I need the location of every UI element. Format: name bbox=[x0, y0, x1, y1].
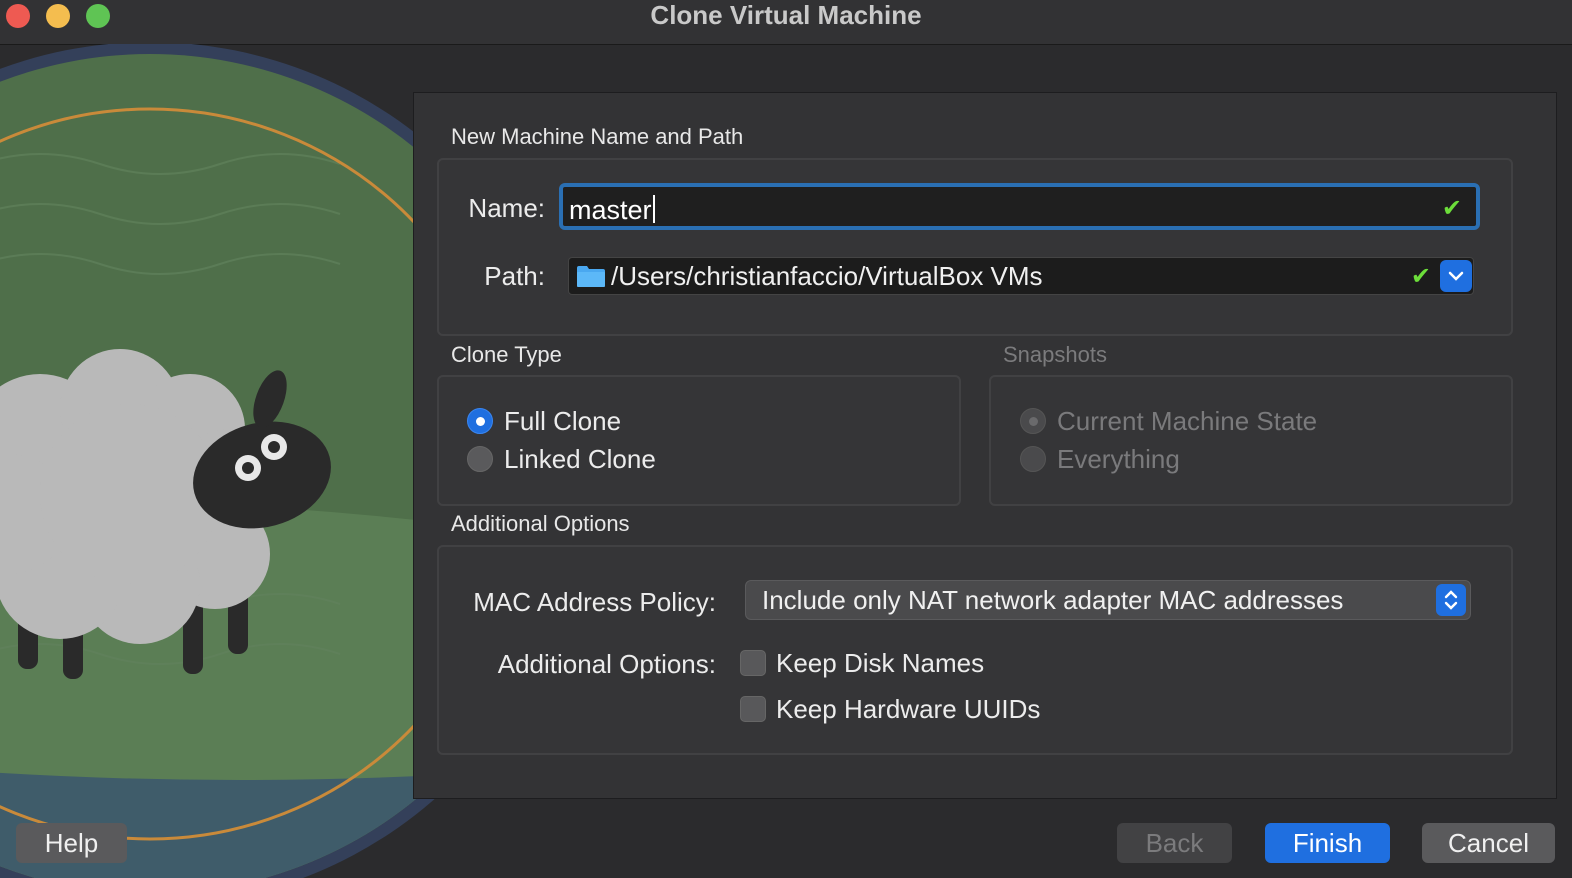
snapshots-group bbox=[989, 375, 1513, 506]
path-label: Path: bbox=[484, 261, 545, 291]
keep-hardware-uuids-checkbox[interactable] bbox=[740, 696, 766, 722]
text-caret bbox=[652, 195, 655, 223]
full-clone-label[interactable]: Full Clone bbox=[504, 406, 621, 437]
everything-label: Everything bbox=[1057, 444, 1180, 474]
linked-clone-label[interactable]: Linked Clone bbox=[504, 444, 656, 475]
section-title-clone-type: Clone Type bbox=[451, 342, 562, 367]
mac-policy-label: MAC Address Policy: bbox=[473, 587, 716, 617]
valid-check-icon: ✔ bbox=[1410, 263, 1431, 290]
name-label: Name: bbox=[468, 193, 545, 223]
path-dropdown-button[interactable] bbox=[1440, 260, 1472, 292]
section-title-additional-options: Additional Options bbox=[451, 511, 630, 536]
help-button[interactable]: Help bbox=[16, 823, 127, 863]
window-title: Clone Virtual Machine bbox=[650, 0, 922, 30]
valid-check-icon: ✔ bbox=[1441, 195, 1462, 222]
mac-policy-select[interactable]: Include only NAT network adapter MAC add… bbox=[745, 580, 1471, 620]
full-clone-radio[interactable] bbox=[467, 408, 493, 434]
path-input-value: /Users/christianfaccio/VirtualBox VMs bbox=[611, 261, 1043, 291]
section-title-name-path: New Machine Name and Path bbox=[451, 124, 744, 149]
keep-disk-names-label[interactable]: Keep Disk Names bbox=[776, 648, 984, 679]
additional-options-label: Additional Options: bbox=[497, 649, 716, 679]
current-machine-state-radio bbox=[1020, 408, 1046, 434]
name-input-value: master bbox=[569, 195, 652, 225]
keep-hardware-uuids-label[interactable]: Keep Hardware UUIDs bbox=[776, 694, 1040, 725]
linked-clone-radio[interactable] bbox=[467, 446, 493, 472]
everything-radio bbox=[1020, 446, 1046, 472]
updown-arrows-icon bbox=[1436, 584, 1466, 616]
clone-type-group bbox=[437, 375, 961, 506]
keep-disk-names-checkbox[interactable] bbox=[740, 650, 766, 676]
back-button[interactable]: Back bbox=[1117, 823, 1232, 863]
folder-icon bbox=[577, 266, 605, 287]
name-input[interactable]: master ✔ bbox=[559, 183, 1480, 230]
mac-policy-value: Include only NAT network adapter MAC add… bbox=[762, 585, 1344, 615]
current-machine-state-label: Current Machine State bbox=[1057, 406, 1318, 436]
title-bar: Clone Virtual Machine bbox=[0, 0, 1572, 45]
chevron-down-icon bbox=[1448, 271, 1464, 281]
finish-button[interactable]: Finish bbox=[1265, 823, 1390, 863]
path-input[interactable]: /Users/christianfaccio/VirtualBox VMs ✔ bbox=[568, 257, 1474, 295]
cancel-button[interactable]: Cancel bbox=[1422, 823, 1555, 863]
section-title-snapshots: Snapshots bbox=[1003, 342, 1107, 367]
